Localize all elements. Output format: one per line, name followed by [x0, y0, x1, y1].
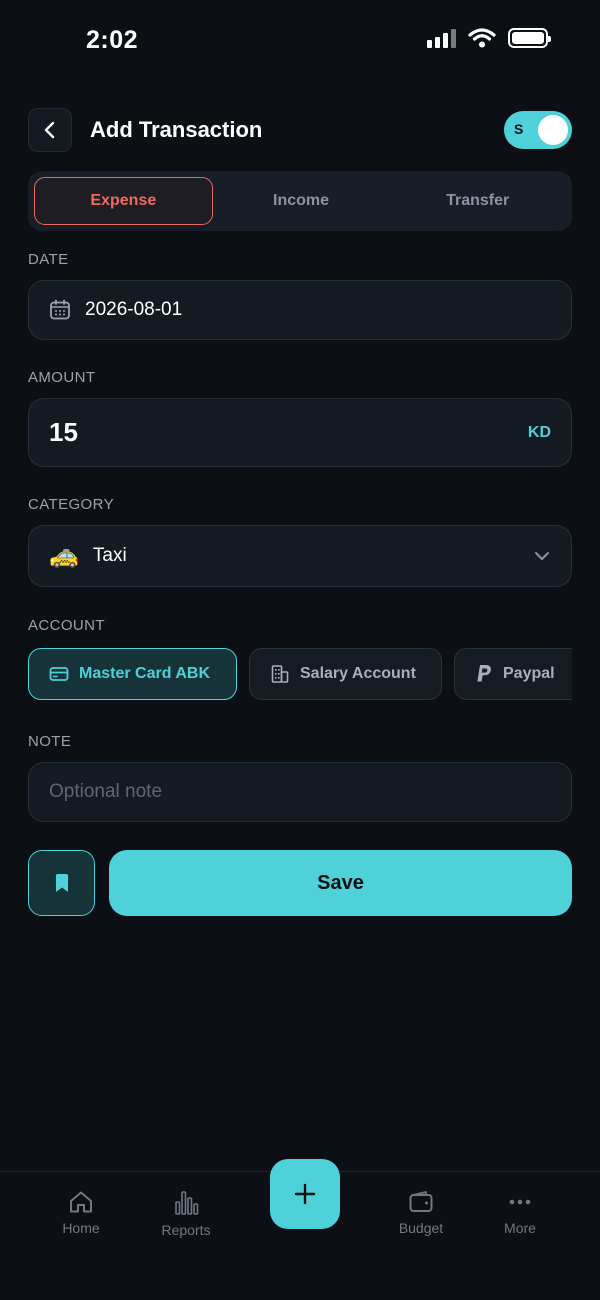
status-bar: 2:02: [0, 0, 600, 80]
amount-field[interactable]: 15 KD: [28, 398, 572, 467]
date-field[interactable]: 2026-08-01: [28, 280, 572, 340]
home-icon: [70, 1191, 92, 1213]
tab-expense[interactable]: Expense: [34, 177, 213, 225]
toggle-knob: [538, 115, 568, 145]
nav-item-budget[interactable]: Budget: [376, 1190, 466, 1236]
wallet-icon: [409, 1191, 433, 1212]
save-button[interactable]: Save: [109, 850, 572, 916]
bookmark-icon: [55, 874, 68, 892]
account-chip-label: Salary Account: [300, 665, 416, 682]
nav-item-reports[interactable]: Reports: [141, 1190, 231, 1238]
calendar-icon: [50, 299, 70, 320]
building-icon: [271, 665, 289, 683]
chevron-left-icon: [44, 121, 55, 139]
amount-label: AMOUNT: [28, 369, 96, 386]
cellular-signal-icon: [427, 28, 456, 48]
plus-icon: [294, 1183, 316, 1205]
nav-label-more: More: [504, 1220, 536, 1236]
nav-item-home[interactable]: Home: [36, 1190, 126, 1236]
note-label: NOTE: [28, 733, 72, 750]
more-icon: [509, 1199, 531, 1205]
account-label: ACCOUNT: [28, 617, 105, 634]
account-chip-master-card[interactable]: Master Card ABK: [28, 648, 237, 700]
mode-toggle[interactable]: S: [504, 111, 572, 149]
wifi-icon: [468, 28, 496, 48]
nav-label-budget: Budget: [398, 1220, 444, 1236]
battery-icon: [508, 28, 551, 48]
status-icons: [427, 28, 551, 48]
add-fab-button[interactable]: [270, 1159, 340, 1229]
nav-label-reports: Reports: [161, 1222, 211, 1238]
status-time: 2:02: [86, 26, 139, 54]
account-chip-salary[interactable]: Salary Account: [249, 648, 442, 700]
bar-chart-icon: [175, 1191, 199, 1215]
date-value: 2026-08-01: [85, 299, 183, 320]
category-label: CATEGORY: [28, 496, 114, 513]
date-label: DATE: [28, 251, 69, 268]
account-chip-label: Master Card ABK: [79, 665, 210, 682]
tab-income[interactable]: Income: [213, 177, 390, 225]
bookmark-button[interactable]: [28, 850, 95, 916]
header: Add Transaction S: [28, 107, 572, 153]
credit-card-icon: [49, 667, 69, 681]
nav-label-home: Home: [62, 1220, 100, 1236]
back-button[interactable]: [28, 108, 72, 152]
account-chip-label: Paypal: [503, 665, 555, 682]
chevron-down-icon: [535, 552, 549, 560]
currency-label: KD: [527, 423, 551, 441]
category-value: Taxi: [92, 545, 127, 566]
note-input[interactable]: [49, 781, 551, 803]
transaction-type-tabs: Expense Income Transfer: [28, 171, 572, 231]
amount-value: 15: [49, 417, 78, 447]
page-title: Add Transaction: [90, 117, 263, 142]
category-select[interactable]: 🚕 Taxi: [28, 525, 572, 587]
toggle-letter: S: [514, 121, 524, 137]
account-chips: Master Card ABK Salary Account Paypal: [28, 648, 572, 702]
note-field: [28, 762, 572, 822]
nav-item-more[interactable]: More: [475, 1190, 565, 1236]
account-chip-paypal[interactable]: Paypal: [454, 648, 572, 700]
tab-transfer[interactable]: Transfer: [389, 177, 566, 225]
paypal-icon: [477, 665, 491, 682]
taxi-icon: 🚕: [49, 542, 79, 569]
